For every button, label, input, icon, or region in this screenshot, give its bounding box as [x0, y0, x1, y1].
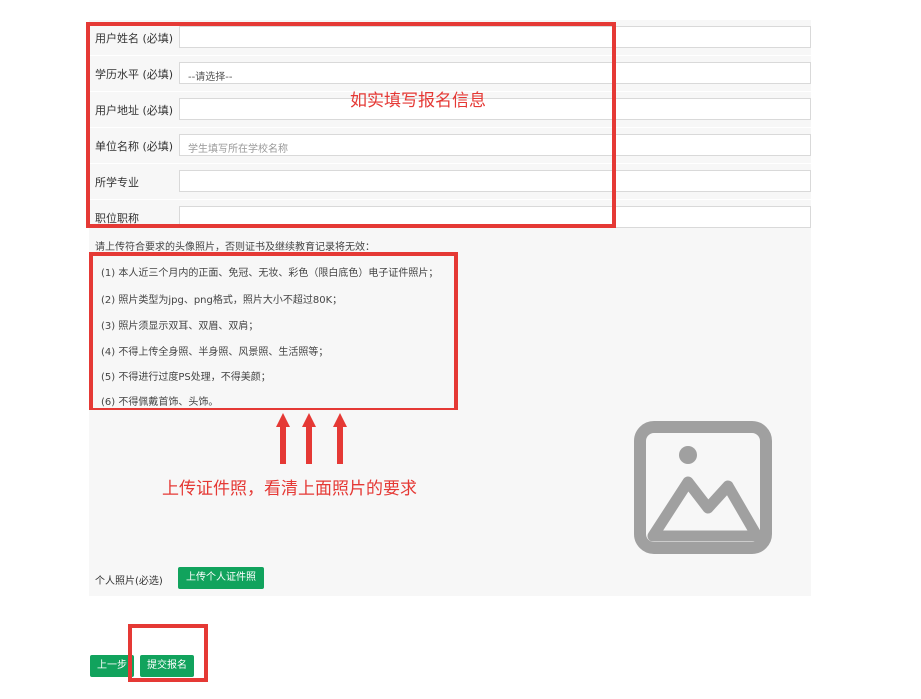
arrow-shaft: [306, 426, 312, 464]
fill-info-annotation: 如实填写报名信息: [350, 91, 486, 111]
requirements-highlight-box: [89, 252, 458, 412]
image-placeholder-icon: [634, 421, 772, 554]
arrow-shaft: [280, 426, 286, 464]
submit-highlight-box: [128, 624, 208, 682]
arrow-shaft: [337, 426, 343, 464]
form-highlight-box: [86, 22, 616, 228]
requirements-intro: 请上传符合要求的头像照片，否则证书及继续教育记录将无效：: [95, 242, 375, 253]
arrow-head: [276, 413, 290, 427]
upload-row: 个人照片(必选) 上传个人证件照: [89, 560, 811, 596]
arrow-head: [333, 413, 347, 427]
arrow-head: [302, 413, 316, 427]
personal-photo-label: 个人照片(必选): [95, 576, 163, 587]
upload-photo-button[interactable]: 上传个人证件照: [178, 567, 264, 589]
upload-hint-annotation: 上传证件照，看清上面照片的要求: [162, 479, 417, 499]
